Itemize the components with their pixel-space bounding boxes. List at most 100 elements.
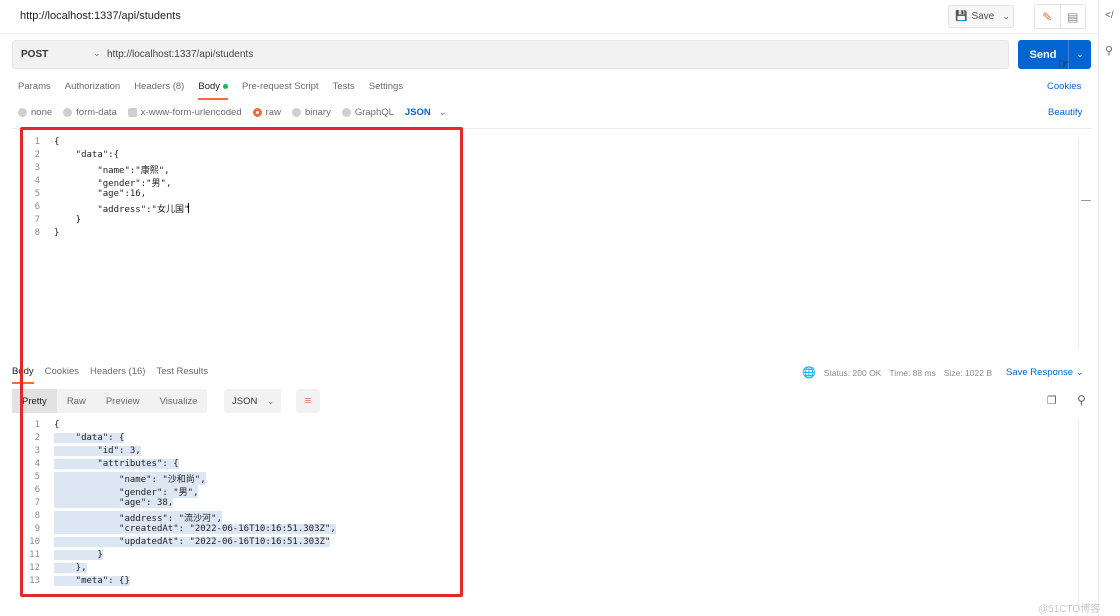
line-number: 5: [34, 472, 40, 482]
tab-params[interactable]: Params: [18, 81, 51, 92]
tab-pre-request-script[interactable]: Pre-request Script: [242, 81, 319, 92]
search-icon[interactable]: ⚲: [1077, 393, 1086, 407]
line-number: 10: [29, 537, 40, 547]
tab-response-headers[interactable]: Headers (16): [90, 366, 145, 377]
chevron-down-icon: ⌄: [438, 107, 447, 118]
radio-selected-icon: [252, 108, 262, 117]
copy-icon[interactable]: ❐: [1047, 394, 1057, 407]
tab-body-label: Body: [198, 81, 221, 92]
response-scrollbar[interactable]: [1078, 420, 1091, 610]
body-type-options: none form-data x-www-form-urlencoded raw…: [18, 107, 447, 118]
pencil-icon[interactable]: ✎: [1035, 5, 1061, 28]
line-text: "address":"女儿国": [54, 205, 190, 215]
tab-test-results[interactable]: Test Results: [156, 366, 208, 377]
radio-none[interactable]: none: [18, 107, 52, 118]
response-format-select[interactable]: JSON ⌄: [224, 389, 281, 413]
radio-form-data[interactable]: form-data: [63, 107, 117, 118]
pointer-cursor-icon: ☞: [1058, 56, 1070, 71]
chevron-down-icon[interactable]: ⌄: [1068, 40, 1091, 69]
line-text: "name":"康熙",: [54, 166, 170, 176]
line-text: },: [54, 563, 87, 573]
size-text[interactable]: Size: 1022 B: [944, 368, 992, 378]
request-tabs: Params Authorization Headers (8) Body Pr…: [18, 81, 403, 100]
body-format-label: JSON: [404, 107, 431, 118]
response-format-label: JSON: [232, 395, 258, 407]
radio-x-www-form-urlencoded[interactable]: x-www-form-urlencoded: [127, 107, 242, 118]
code-icon[interactable]: </: [1105, 10, 1114, 21]
line-number: 2: [34, 150, 40, 160]
method-select[interactable]: POST: [21, 49, 48, 60]
line-number: 3: [34, 446, 40, 456]
tab-body[interactable]: Body: [198, 81, 229, 100]
tab-response-cookies[interactable]: Cookies: [45, 366, 79, 377]
cookies-link[interactable]: Cookies: [1047, 81, 1081, 92]
info-icon[interactable]: ⚲: [1105, 44, 1113, 57]
radio-label: x-www-form-urlencoded: [140, 107, 242, 118]
radio-icon: [63, 108, 73, 117]
line-number: 1: [34, 420, 40, 430]
save-button[interactable]: 💾 Save ⌄: [948, 5, 1014, 28]
chevron-down-icon[interactable]: ⌄: [93, 48, 101, 59]
line-text: "updatedAt": "2022-06-16T10:16:51.303Z": [54, 537, 331, 547]
request-body-editor[interactable]: 1 { 2 "data":{ 3 "name":"康熙", 4 "gender":…: [12, 128, 1092, 356]
save-label: Save: [971, 11, 995, 22]
line-text: "id": 3,: [54, 446, 141, 456]
radio-label: GraphQL: [354, 107, 394, 118]
line-number: 5: [34, 189, 40, 199]
save-icon: 💾: [955, 11, 968, 22]
wrap-lines-button[interactable]: ≡: [296, 389, 320, 413]
tab-tests[interactable]: Tests: [333, 81, 355, 92]
wrap-lines-icon: ≡: [304, 395, 312, 407]
line-number: 8: [34, 511, 40, 521]
text-cursor: [188, 203, 189, 213]
url-input[interactable]: http://localhost:1337/api/students: [107, 49, 253, 60]
line-number: 2: [34, 433, 40, 443]
radio-graphql[interactable]: GraphQL: [341, 107, 394, 118]
radio-binary[interactable]: binary: [291, 107, 331, 118]
line-number: 6: [34, 485, 40, 495]
time-text[interactable]: Time: 88 ms: [889, 368, 935, 378]
radio-label: binary: [304, 107, 331, 118]
beautify-link[interactable]: Beautify: [1048, 107, 1082, 118]
editor-scrollbar[interactable]: [1078, 138, 1091, 348]
globe-icon[interactable]: 🌐: [802, 366, 816, 379]
status-text[interactable]: Status: 200 OK: [824, 368, 882, 378]
document-icon[interactable]: ▤: [1061, 5, 1086, 28]
send-button[interactable]: Send ⌄: [1018, 40, 1091, 69]
line-text: "gender": "男",: [54, 485, 199, 498]
radio-icon: [18, 108, 27, 117]
response-body-viewer[interactable]: 1 { 2 "data": { 3 "id": 3, 4 "attributes"…: [12, 420, 1092, 610]
line-number: 4: [34, 459, 40, 469]
url-bar: POST ⌄ http://localhost:1337/api/student…: [12, 40, 1009, 69]
response-tabs: Body Cookies Headers (16) Test Results: [12, 366, 208, 384]
line-number: 13: [29, 576, 40, 586]
view-tab-raw[interactable]: Raw: [57, 389, 96, 413]
line-text: }: [54, 228, 60, 238]
response-view-bar: Pretty Raw Preview Visualize JSON ⌄ ≡ ❐ …: [12, 389, 1092, 413]
response-view-tabs: Pretty Raw Preview Visualize: [12, 389, 208, 413]
watermark: @51CTO博客: [1038, 604, 1101, 615]
view-mode-toggle: ✎ ▤: [1034, 4, 1086, 29]
request-title-bar: http://localhost:1337/api/students 💾 Sav…: [0, 0, 1098, 34]
line-text: }: [54, 215, 82, 225]
radio-label: raw: [265, 107, 281, 118]
radio-raw[interactable]: raw: [252, 107, 281, 118]
radio-icon: [341, 108, 351, 117]
line-number: 1: [34, 137, 40, 147]
tab-settings[interactable]: Settings: [369, 81, 403, 92]
line-text: "data":{: [54, 150, 120, 160]
line-text: "createdAt": "2022-06-16T10:16:51.303Z",: [54, 524, 336, 534]
scroll-marker: [1081, 200, 1091, 201]
body-format-select[interactable]: JSON ⌄: [405, 107, 447, 118]
view-tab-visualize[interactable]: Visualize: [150, 389, 208, 413]
save-response-button[interactable]: Save Response ⌄: [1006, 367, 1084, 378]
line-text: "data": {: [54, 433, 125, 443]
tab-response-body[interactable]: Body: [12, 366, 34, 384]
line-number: 7: [34, 215, 40, 225]
modified-dot-icon: [223, 83, 229, 89]
view-tab-pretty[interactable]: Pretty: [12, 389, 57, 413]
tab-authorization[interactable]: Authorization: [65, 81, 120, 92]
tab-headers[interactable]: Headers (8): [134, 81, 184, 92]
view-tab-preview[interactable]: Preview: [96, 389, 150, 413]
request-title[interactable]: http://localhost:1337/api/students: [20, 10, 181, 22]
